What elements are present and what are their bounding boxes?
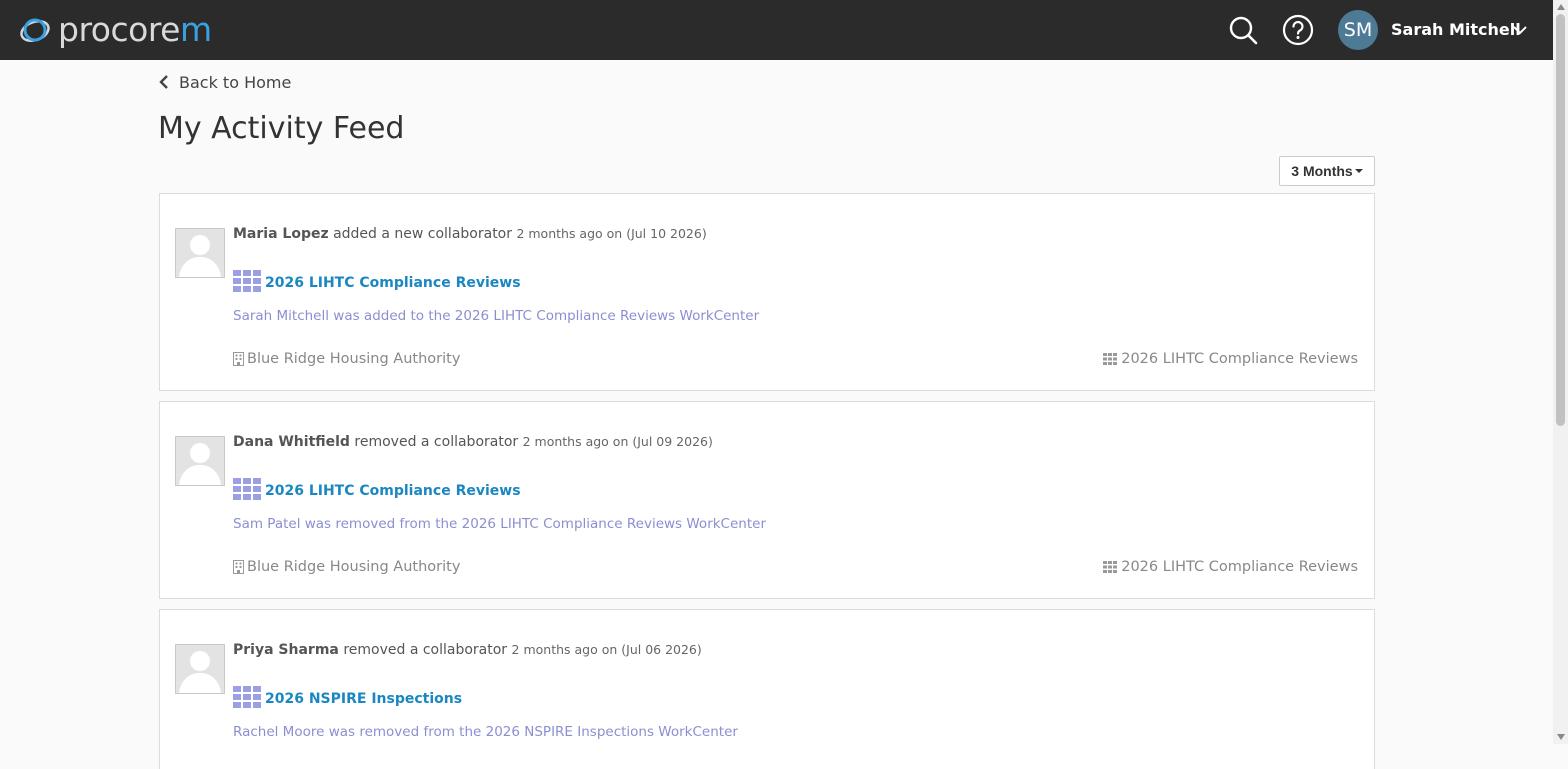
activity-card: Maria Lopez added a new collaborator 2 m… [159, 193, 1375, 391]
workcenter-grid-icon [233, 270, 261, 292]
default-avatar-icon [175, 644, 225, 694]
activity-item-link[interactable]: 2026 NSPIRE Inspections [233, 686, 462, 708]
activity-actor[interactable]: Priya Sharma [233, 642, 339, 658]
workcenter-grid-icon [233, 478, 261, 500]
search-button[interactable] [1226, 13, 1260, 47]
chevron-left-icon [159, 75, 168, 89]
scroll-down-arrow-icon[interactable] [1557, 734, 1565, 740]
workcenter-small-grid-icon [1103, 561, 1118, 573]
activity-workcenter[interactable]: 2026 LIHTC Compliance Reviews [1103, 558, 1358, 576]
activity-action: removed a collaborator [354, 434, 519, 450]
activity-card: Priya Sharma removed a collaborator 2 mo… [159, 609, 1375, 769]
user-avatar[interactable]: SM [1338, 10, 1378, 50]
activity-company[interactable]: Blue Ridge Housing Authority [233, 558, 460, 576]
activity-action: removed a collaborator [343, 642, 508, 658]
workcenter-grid-icon [233, 686, 261, 708]
page-title: My Activity Feed [158, 111, 405, 146]
activity-item-title[interactable]: 2026 NSPIRE Inspections [265, 690, 462, 708]
top-navigation-bar: procorem SM Sarah Mitchell [0, 0, 1553, 60]
activity-timestamp: 2 months ago on (Jul 10 2026) [516, 226, 707, 241]
time-range-dropdown[interactable]: 3 Months [1279, 156, 1375, 186]
help-button[interactable] [1281, 13, 1315, 47]
logo-orbit-icon [20, 18, 50, 42]
activity-description[interactable]: Sarah Mitchell was added to the 2026 LIH… [233, 307, 759, 325]
activity-headline: Priya Sharma removed a collaborator 2 mo… [233, 640, 702, 660]
activity-actor[interactable]: Maria Lopez [233, 226, 329, 242]
activity-item-link[interactable]: 2026 LIHTC Compliance Reviews [233, 270, 521, 292]
activity-company[interactable]: Blue Ridge Housing Authority [233, 350, 460, 368]
activity-item-title[interactable]: 2026 LIHTC Compliance Reviews [265, 274, 521, 292]
back-to-home-link[interactable]: Back to Home [159, 70, 291, 94]
workcenter-small-grid-icon [1103, 353, 1118, 365]
activity-headline: Maria Lopez added a new collaborator 2 m… [233, 224, 707, 244]
company-name: Blue Ridge Housing Authority [247, 559, 461, 575]
user-menu-toggle[interactable] [1512, 22, 1528, 41]
activity-timestamp: 2 months ago on (Jul 06 2026) [511, 642, 702, 657]
activity-description[interactable]: Rachel Moore was removed from the 2026 N… [233, 723, 738, 741]
activity-headline: Dana Whitfield removed a collaborator 2 … [233, 432, 713, 452]
workcenter-name: 2026 LIHTC Compliance Reviews [1121, 351, 1358, 367]
caret-down-icon [1354, 169, 1363, 173]
building-icon [233, 352, 244, 366]
activity-description[interactable]: Sam Patel was removed from the 2026 LIHT… [233, 515, 766, 533]
workcenter-name: 2026 LIHTC Compliance Reviews [1121, 559, 1358, 575]
activity-actor[interactable]: Dana Whitfield [233, 434, 350, 450]
activity-item-title[interactable]: 2026 LIHTC Compliance Reviews [265, 482, 521, 500]
default-avatar-icon [175, 436, 225, 486]
activity-action: added a new collaborator [333, 226, 512, 242]
company-name: Blue Ridge Housing Authority [247, 351, 461, 367]
activity-timestamp: 2 months ago on (Jul 09 2026) [522, 434, 713, 449]
procore-logo[interactable]: procorem [18, 12, 212, 48]
chevron-down-icon [1513, 26, 1527, 35]
help-icon [1282, 14, 1314, 46]
page-scrollbar[interactable] [1553, 0, 1568, 744]
user-menu-name[interactable]: Sarah Mitchell [1391, 18, 1521, 42]
back-link-label: Back to Home [179, 72, 292, 92]
scroll-up-arrow-icon[interactable] [1557, 4, 1565, 10]
search-icon [1229, 16, 1258, 45]
default-avatar-icon [175, 228, 225, 278]
time-range-label: 3 Months [1291, 163, 1353, 179]
logo-wordmark: procorem [58, 10, 212, 49]
activity-item-link[interactable]: 2026 LIHTC Compliance Reviews [233, 478, 521, 500]
scroll-thumb[interactable] [1556, 14, 1565, 426]
activity-card: Dana Whitfield removed a collaborator 2 … [159, 401, 1375, 599]
activity-workcenter[interactable]: 2026 LIHTC Compliance Reviews [1103, 350, 1358, 368]
building-icon [233, 560, 244, 574]
